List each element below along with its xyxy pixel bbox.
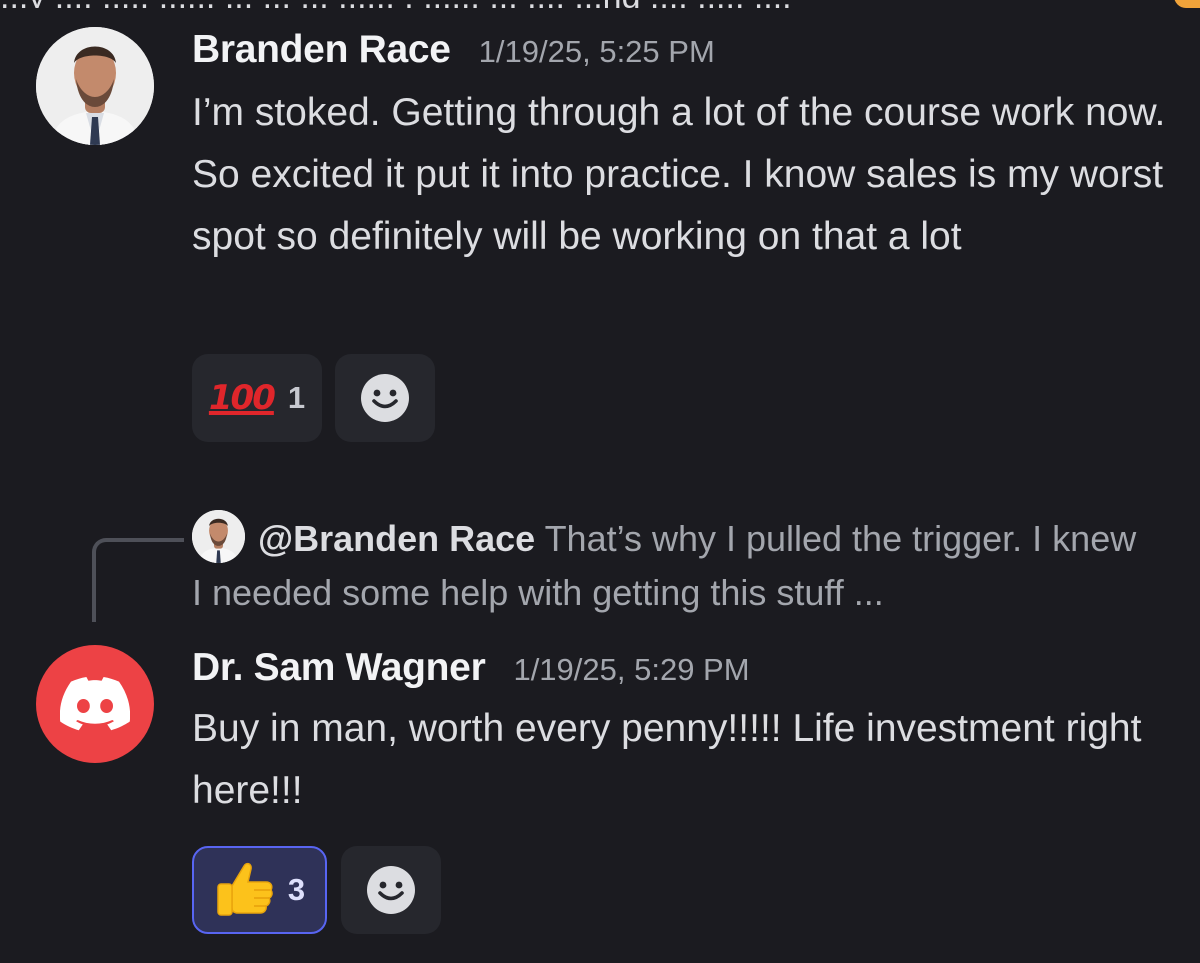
reaction-count: 3 bbox=[287, 872, 306, 907]
discord-logo-icon bbox=[60, 677, 130, 731]
thumbs-up-emoji-icon bbox=[217, 862, 273, 916]
message-content: I’m stoked. Getting through a lot of the… bbox=[192, 91, 1166, 258]
message-header: Dr. Sam Wagner 1/19/25, 5:29 PM bbox=[192, 646, 750, 690]
reply-connector bbox=[92, 538, 184, 622]
timestamp: 1/19/25, 5:25 PM bbox=[478, 34, 715, 69]
reaction-count: 1 bbox=[287, 380, 306, 415]
reaction-thumbs-up[interactable]: 3 bbox=[192, 846, 327, 934]
avatar-branden-race[interactable] bbox=[36, 27, 154, 145]
smiley-add-reaction-icon bbox=[367, 866, 415, 914]
avatar-dr-sam-wagner[interactable] bbox=[36, 645, 154, 763]
reply-mention[interactable]: @Branden Race bbox=[258, 518, 535, 559]
chat-viewport: ...y .... ..... ...... ... ... ... .....… bbox=[0, 0, 1200, 963]
reaction-hundred-points[interactable]: 100 1 bbox=[192, 354, 322, 442]
add-reaction-button[interactable] bbox=[341, 846, 441, 934]
timestamp: 1/19/25, 5:29 PM bbox=[513, 652, 750, 687]
previous-message-cutoff: ...y .... ..... ...... ... ... ... .....… bbox=[0, 0, 1200, 8]
profile-photo-icon bbox=[36, 27, 154, 145]
username[interactable]: Dr. Sam Wagner bbox=[192, 646, 486, 690]
reply-preview[interactable]: @Branden Race That’s why I pulled the tr… bbox=[192, 512, 1152, 620]
add-reaction-button[interactable] bbox=[335, 354, 435, 442]
message-content: Buy in man, worth every penny!!!!! Life … bbox=[192, 707, 1142, 812]
hundred-points-emoji-icon: 100 bbox=[208, 378, 276, 418]
username[interactable]: Branden Race bbox=[192, 28, 451, 72]
smiley-add-reaction-icon bbox=[361, 374, 409, 422]
message-header: Branden Race 1/19/25, 5:25 PM bbox=[192, 28, 715, 72]
